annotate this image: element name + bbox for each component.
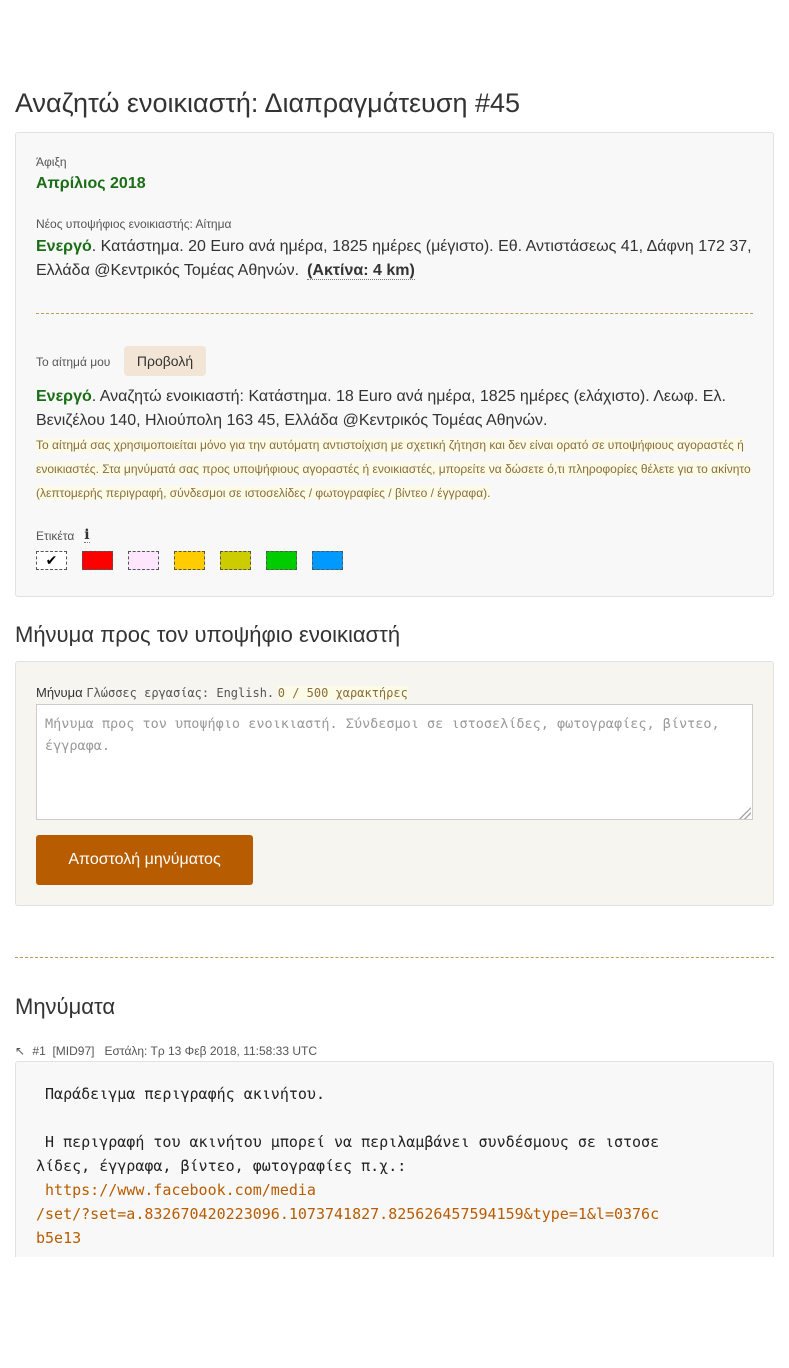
reply-arrow-icon[interactable]: ↖ [15, 1044, 25, 1058]
candidate-request-text: Ενεργό. Κατάστημα. 20 Euro ανά ημέρα, 18… [36, 235, 761, 283]
tag-swatch[interactable] [82, 551, 113, 570]
tag-swatch[interactable] [128, 551, 159, 570]
page-divider [15, 957, 774, 958]
message-box: Παράδειγμα περιγραφής ακινήτου. Η περιγρ… [15, 1061, 774, 1257]
message-line-1: Παράδειγμα περιγραφής ακινήτου. [36, 1085, 325, 1103]
message-id: [MID97] [52, 1044, 95, 1058]
my-request-label: Το αίτημά μου [36, 355, 111, 369]
languages-text: Γλώσσες εργασίας: English. [86, 686, 275, 700]
message-link[interactable]: https://www.facebook.com/media /set/?set… [36, 1181, 659, 1247]
radius-text: (Ακτίνα: 4 km) [307, 262, 415, 280]
section-divider [36, 313, 753, 314]
tag-swatch[interactable] [174, 551, 205, 570]
send-message-button[interactable]: Αποστολή μηνύματος [36, 835, 253, 885]
message-textarea[interactable] [36, 704, 753, 820]
tag-label-row: Ετικέτα i [36, 528, 90, 543]
candidate-label: Νέος υποψήφιος ενοικιαστής: Αίτημα [36, 217, 232, 231]
message-field-label: Μήνυμα Γλώσσες εργασίας: English. 0 / 50… [36, 685, 408, 700]
my-request-text: Ενεργό. Αναζητώ ενοικιαστή: Κατάστημα. 1… [36, 385, 761, 433]
message-meta: ↖ #1 [MID97] Εστάλη: Τρ 13 Φεβ 2018, 11:… [15, 1044, 317, 1058]
deal-panel: Άφιξη Απρίλιος 2018 Νέος υποψήφιος ενοικ… [15, 132, 774, 597]
tag-label: Ετικέτα [36, 528, 75, 543]
resize-grip-icon[interactable] [739, 807, 751, 819]
arrival-label: Άφιξη [36, 155, 67, 169]
privacy-notice: Το αίτημά σας χρησιμοποιείται μόνο για τ… [36, 438, 751, 500]
my-request-status: Ενεργό [36, 388, 92, 405]
message-label: Μήνυμα [36, 685, 83, 700]
tag-swatch[interactable]: ✔ [36, 551, 67, 570]
message-sent-time: Εστάλη: Τρ 13 Φεβ 2018, 11:58:33 UTC [104, 1044, 318, 1058]
message-body: Παράδειγμα περιγραφής ακινήτου. Η περιγρ… [36, 1082, 666, 1250]
preview-button[interactable]: Προβολή [124, 346, 206, 376]
tag-swatch[interactable] [266, 551, 297, 570]
candidate-status: Ενεργό [36, 238, 92, 255]
arrival-value: Απρίλιος 2018 [36, 175, 146, 192]
message-number: #1 [32, 1044, 46, 1058]
info-icon[interactable]: i [84, 528, 90, 543]
tag-swatch[interactable] [312, 551, 343, 570]
tag-swatches: ✔ [36, 551, 358, 570]
messages-title: Μηνύματα [15, 994, 116, 1019]
compose-title: Μήνυμα προς τον υποψήφιο ενοικιαστή [15, 622, 401, 647]
message-line-2: Η περιγραφή του ακινήτου μπορεί να περιλ… [36, 1133, 660, 1175]
my-request-details: . Αναζητώ ενοικιαστή: Κατάστημα. 18 Euro… [36, 388, 726, 429]
page-title: Αναζητώ ενοικιαστή: Διαπραγμάτευση #45 [15, 88, 521, 118]
compose-panel: Μήνυμα Γλώσσες εργασίας: English. 0 / 50… [15, 661, 774, 906]
char-counter: 0 / 500 χαρακτήρες [277, 686, 408, 700]
tag-swatch[interactable] [220, 551, 251, 570]
